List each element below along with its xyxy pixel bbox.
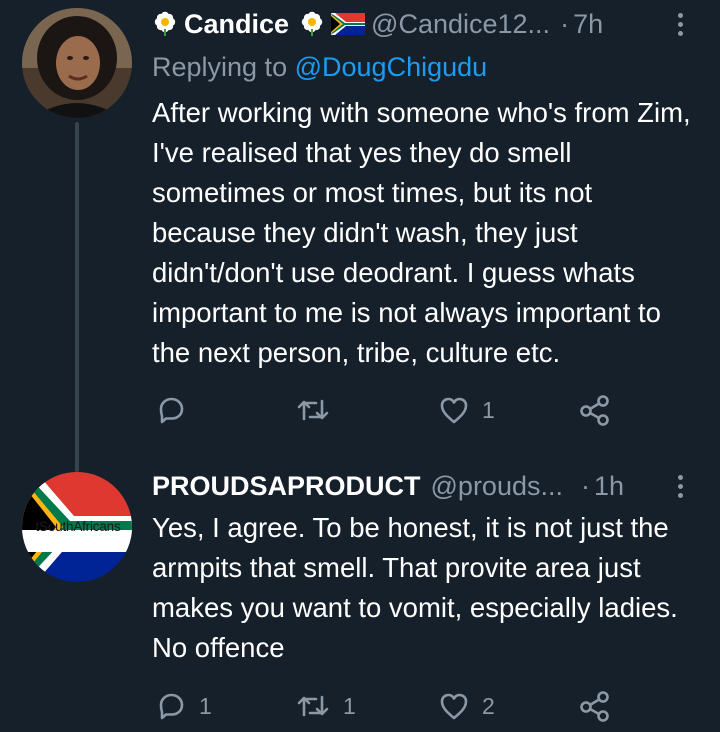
more-icon[interactable] <box>678 475 683 498</box>
retweet-count: 1 <box>343 692 356 719</box>
flower-emoji-icon <box>154 11 176 36</box>
replying-to: Replying to @DougChigudu <box>152 52 487 83</box>
south-africa-flag-icon <box>331 13 366 35</box>
timestamp[interactable]: 1h <box>594 471 624 502</box>
separator-dot: · <box>580 470 590 501</box>
share-icon <box>580 395 609 426</box>
reply-button[interactable]: 1 <box>155 690 212 722</box>
like-button[interactable]: 2 <box>438 690 495 722</box>
reply-count: 1 <box>199 692 212 719</box>
share-button[interactable] <box>578 690 612 722</box>
like-count: 2 <box>482 692 495 719</box>
tweet-text: After working with someone who's from Zi… <box>152 97 691 368</box>
like-count: 1 <box>482 396 495 423</box>
like-icon <box>440 693 468 720</box>
retweet-icon <box>297 399 329 421</box>
more-icon[interactable] <box>678 13 683 36</box>
replying-prefix: Replying to <box>152 52 288 82</box>
timestamp[interactable]: 7h <box>573 9 603 40</box>
tweet-header: Candice @Candice12... · 7h <box>152 4 603 44</box>
reply-button[interactable] <box>155 394 199 426</box>
avatar-text: tSouthAfricans <box>35 519 121 534</box>
share-button[interactable] <box>578 394 612 426</box>
tweet-actions: 1 <box>155 390 625 430</box>
user-handle[interactable]: @Candice12... <box>371 9 550 40</box>
tweet-proudsaproduct[interactable]: tSouthAfricans PROUDSAPRODUCT @prouds...… <box>0 460 720 732</box>
reply-icon <box>159 693 184 720</box>
thread-line <box>75 122 79 472</box>
separator-dot: · <box>560 8 570 39</box>
display-name[interactable]: PROUDSAPRODUCT <box>152 471 421 502</box>
tweet-header: PROUDSAPRODUCT @prouds... · 1h <box>152 466 624 506</box>
user-handle[interactable]: @prouds... <box>431 471 563 502</box>
like-button[interactable]: 1 <box>438 394 495 426</box>
reply-icon <box>159 397 184 424</box>
avatar-candice[interactable] <box>22 8 132 118</box>
tweet-candice[interactable]: Candice @Candice12... · 7h Replying to @… <box>0 0 720 472</box>
retweet-icon <box>297 695 329 717</box>
like-icon <box>440 397 468 424</box>
retweet-button[interactable] <box>295 394 343 426</box>
tweet-text: Yes, I agree. To be honest, it is not ju… <box>152 512 678 663</box>
tweet-actions: 1 1 2 <box>155 686 625 726</box>
flower-emoji-icon <box>301 11 323 36</box>
reply-mention-link[interactable]: @DougChigudu <box>295 52 488 82</box>
display-name[interactable]: Candice <box>184 9 289 40</box>
retweet-button[interactable]: 1 <box>295 690 356 722</box>
share-icon <box>580 691 609 722</box>
avatar-photo <box>22 8 132 118</box>
